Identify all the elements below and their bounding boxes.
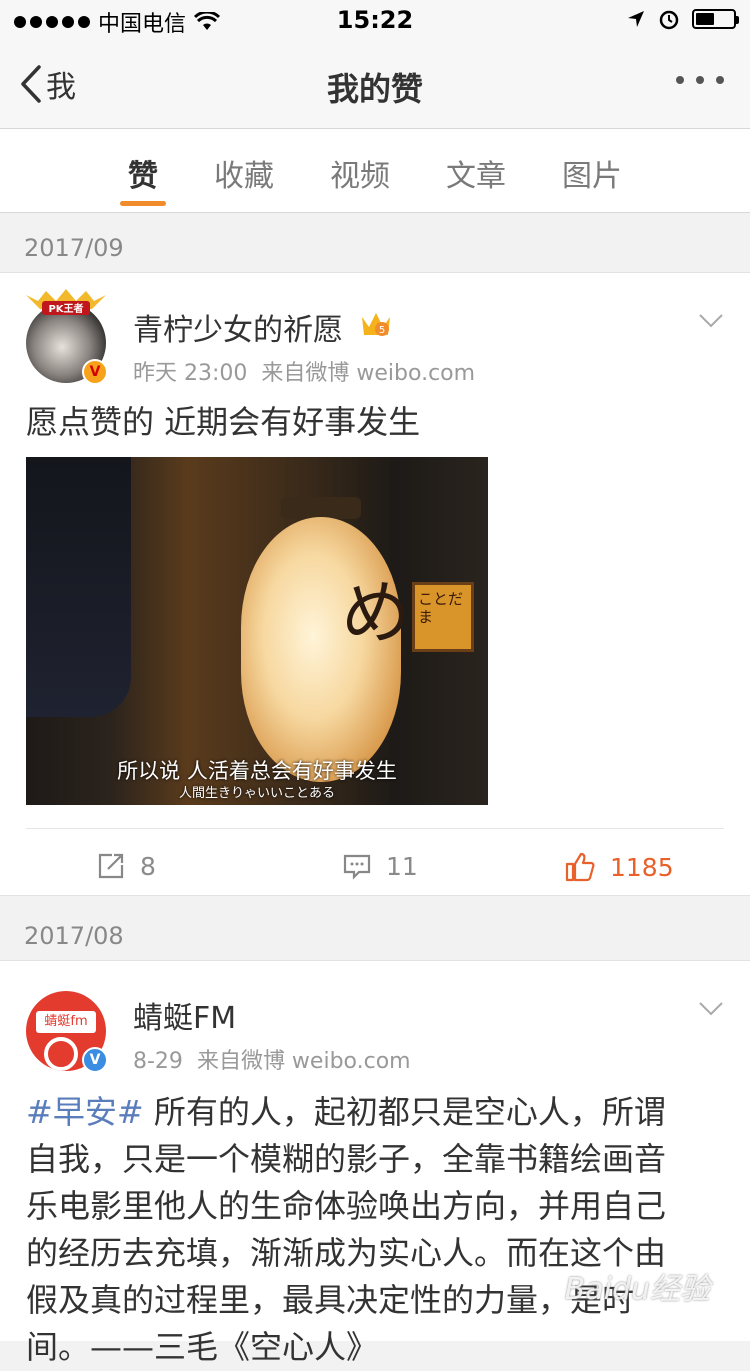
pk-king-badge: PK王者 — [26, 289, 106, 315]
post-source: 来自微博 weibo.com — [196, 1049, 411, 1074]
hashtag-link[interactable]: #早安# — [26, 1093, 144, 1131]
alarm-icon — [659, 10, 679, 30]
tab-articles[interactable]: 文章 — [426, 151, 526, 195]
post-text-segment: 所有的人，起初都只是空心人，所谓 — [143, 1093, 666, 1131]
thumbs-up-icon — [565, 852, 595, 882]
section-date: 2017/09 — [24, 234, 124, 262]
repost-icon — [98, 853, 124, 879]
tab-favorites[interactable]: 收藏 — [194, 151, 294, 195]
tab-bar: 赞 收藏 视频 文章 图片 — [0, 129, 750, 213]
pk-badge-text: PK王者 — [48, 302, 83, 315]
verified-badge-icon: V — [82, 1047, 108, 1073]
chevron-down-icon[interactable] — [698, 313, 724, 329]
location-arrow-icon — [628, 11, 644, 27]
nav-bar: 我 我的赞 — [0, 40, 750, 129]
post-meta: 8-29 来自微博 weibo.com — [133, 1043, 411, 1075]
page-title: 我的赞 — [326, 70, 423, 108]
comment-button[interactable]: 11 — [342, 851, 418, 881]
post-time: 8-29 — [133, 1049, 183, 1074]
watermark: Baidu经验 — [564, 1272, 710, 1307]
tab-images[interactable]: 图片 — [542, 151, 642, 195]
post-meta: 昨天 23:00 来自微博 weibo.com — [133, 355, 475, 387]
comment-icon — [343, 854, 371, 880]
battery-icon — [692, 9, 739, 29]
post-text-line: 自我，只是一个模糊的影子，全靠书籍绘画音 — [26, 1140, 667, 1178]
more-icon[interactable] — [676, 76, 724, 84]
like-count: 1185 — [610, 852, 674, 882]
post-text: #早安# 所有的人，起初都只是空心人，所谓 自我，只是一个模糊的影子，全靠书籍绘… — [26, 1089, 726, 1371]
post-time: 昨天 23:00 — [133, 361, 248, 386]
username[interactable]: 青柠少女的祈愿 — [133, 305, 343, 349]
post-text-line: 乐电影里他人的生命体验唤出方向，并用自己 — [26, 1187, 667, 1225]
record-disc — [44, 1037, 78, 1071]
post-text-line: #早安# 所有的人，起初都只是空心人，所谓 — [26, 1089, 726, 1136]
image-subtitle-jp: 人間生きりゃいいことある — [178, 786, 335, 801]
chevron-down-icon[interactable] — [698, 1001, 724, 1017]
username[interactable]: 蜻蜓FM — [133, 993, 236, 1037]
like-button[interactable]: 1185 — [564, 851, 674, 883]
status-right — [626, 8, 739, 30]
post-card[interactable]: PK王者 V 青柠少女的祈愿 5 昨天 23:00 来自微博 weibo.com… — [0, 272, 750, 896]
image-subtitle-cn: 所以说 人活着总会有好事发生 — [117, 759, 397, 783]
post-text: 愿点赞的 近期会有好事发生 — [26, 403, 421, 441]
section-date: 2017/08 — [24, 922, 124, 950]
noren-curtain — [26, 457, 131, 717]
tab-videos[interactable]: 视频 — [310, 151, 410, 195]
verified-badge-icon: V — [82, 359, 108, 385]
comment-count: 11 — [386, 851, 418, 881]
lantern-character: め — [341, 572, 411, 654]
divider — [26, 828, 724, 829]
badge-level: 5 — [379, 325, 385, 336]
repost-count: 8 — [140, 851, 156, 881]
post-source: 来自微博 weibo.com — [261, 361, 476, 386]
status-bar: 中国电信 15:22 — [0, 0, 750, 40]
repost-button[interactable]: 8 — [96, 851, 156, 881]
tab-likes[interactable]: 赞 — [93, 151, 193, 195]
post-image[interactable]: め ことだま 所以说 人活着总会有好事发生 人間生きりゃいいことある — [26, 457, 488, 805]
crown-badge-icon: 5 — [362, 313, 390, 336]
active-tab-indicator — [120, 201, 166, 206]
lantern-cap — [281, 497, 361, 519]
avatar-label: 蜻蜓fm — [36, 1011, 96, 1033]
post-text-line: 间。——三毛《空心人》 — [26, 1328, 379, 1366]
shop-sign-text: ことだま — [418, 590, 464, 626]
